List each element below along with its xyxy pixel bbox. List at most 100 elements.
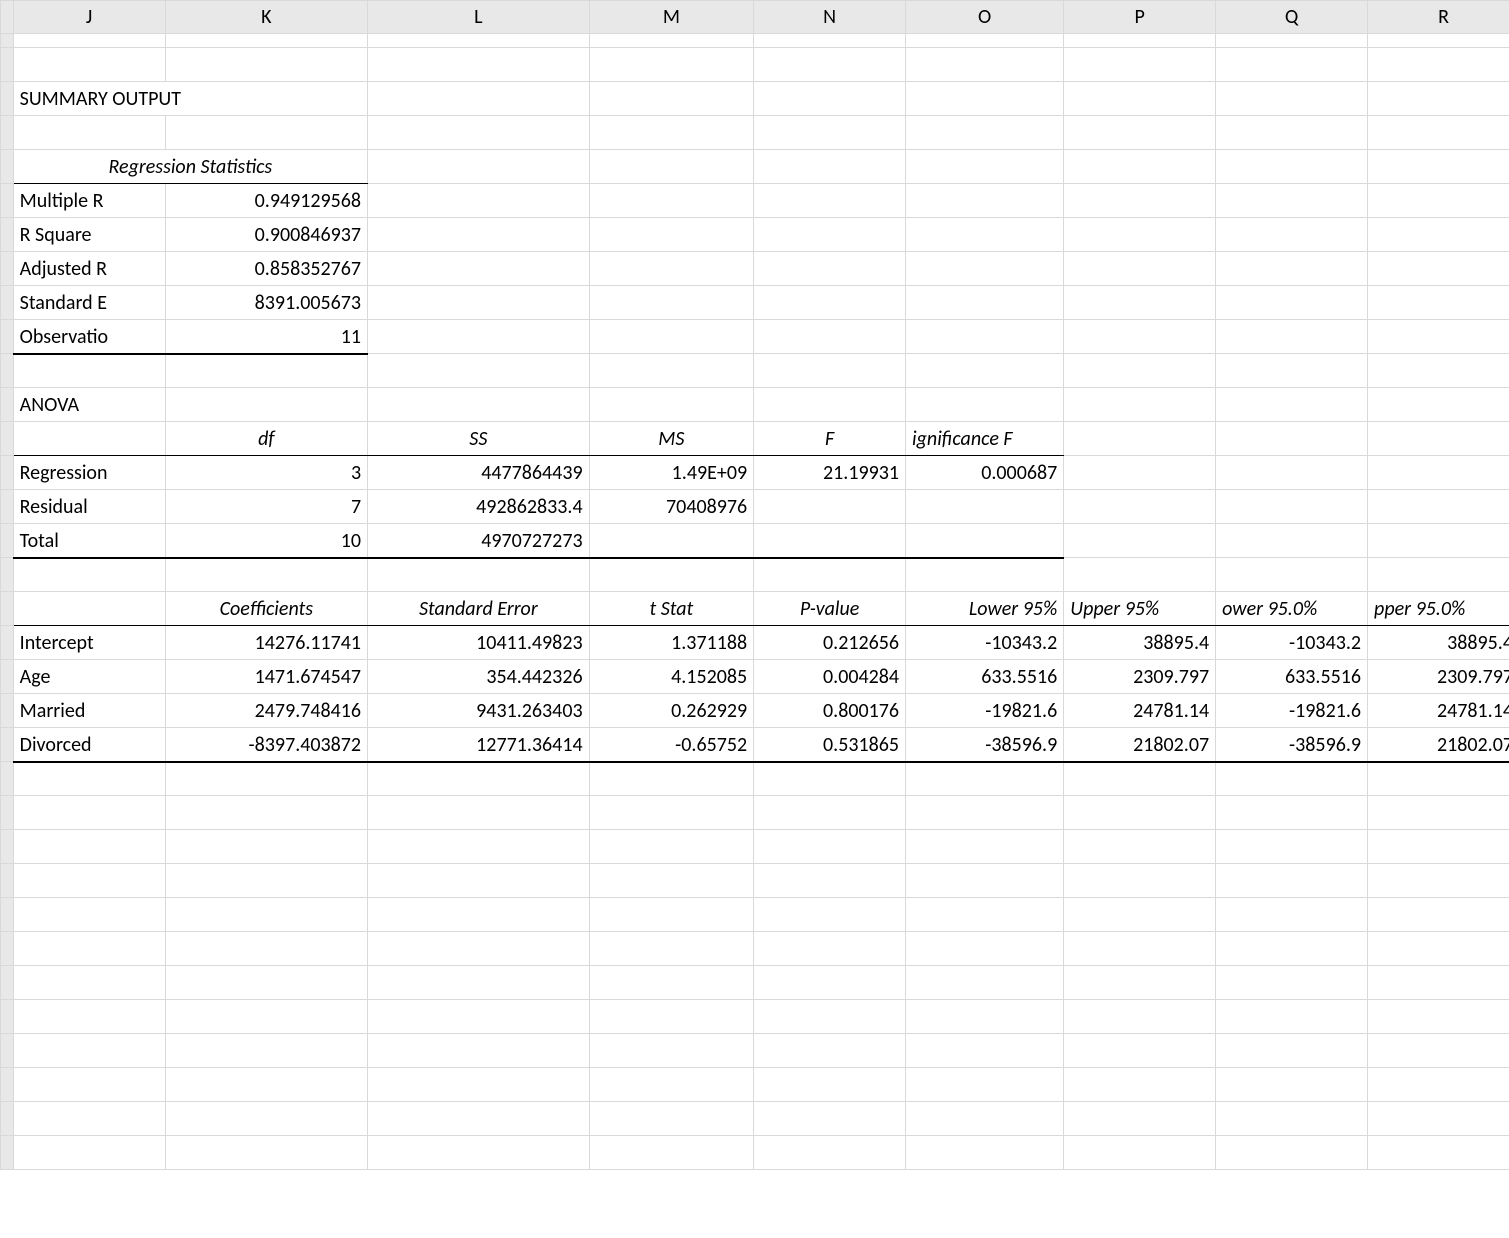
cell[interactable]: 1471.674547 [165, 660, 368, 694]
coef-label[interactable]: Age [13, 660, 165, 694]
cell[interactable]: -10343.2 [1216, 626, 1368, 660]
reg-stat-label[interactable]: Observatio [13, 320, 165, 354]
column-header-row[interactable]: J K L M N O P Q R [1, 1, 1509, 34]
anova-header-df[interactable]: df [165, 422, 368, 456]
cell[interactable]: 38895.4 [1368, 626, 1509, 660]
reg-stat-label[interactable]: Standard E [13, 286, 165, 320]
reg-stat-value[interactable]: 8391.005673 [165, 286, 368, 320]
col-header-R[interactable]: R [1368, 1, 1509, 34]
cell[interactable]: 10411.49823 [368, 626, 590, 660]
col-header-K[interactable]: K [165, 1, 368, 34]
col-header-N[interactable]: N [754, 1, 906, 34]
table-row [1, 1034, 1509, 1068]
reg-stat-value[interactable]: 0.900846937 [165, 218, 368, 252]
cell[interactable]: -38596.9 [1216, 728, 1368, 762]
coef-header[interactable]: pper 95.0% [1368, 592, 1509, 626]
coef-header[interactable]: Lower 95% [906, 592, 1064, 626]
anova-header-sigf[interactable]: ignificance F [906, 422, 1064, 456]
cell[interactable]: 2479.748416 [165, 694, 368, 728]
cell[interactable]: 633.5516 [1216, 660, 1368, 694]
cell[interactable]: 492862833.4 [368, 490, 590, 524]
coef-label[interactable]: Married [13, 694, 165, 728]
table-row [1, 796, 1509, 830]
cell[interactable]: -19821.6 [1216, 694, 1368, 728]
corner-cell[interactable] [1, 1, 14, 34]
reg-stat-label[interactable]: Multiple R [13, 184, 165, 218]
cell[interactable]: -38596.9 [906, 728, 1064, 762]
cell[interactable] [754, 524, 906, 558]
cell[interactable]: 14276.11741 [165, 626, 368, 660]
cell[interactable]: 2309.797 [1064, 660, 1216, 694]
cell[interactable] [754, 490, 906, 524]
cell[interactable]: 4477864439 [368, 456, 590, 490]
cell[interactable]: 21.19931 [754, 456, 906, 490]
col-header-L[interactable]: L [368, 1, 590, 34]
cell[interactable]: 0.262929 [589, 694, 754, 728]
table-row [1, 354, 1509, 388]
cell[interactable]: 21802.07 [1064, 728, 1216, 762]
cell[interactable]: 2309.797 [1368, 660, 1509, 694]
cell[interactable]: 1.371188 [589, 626, 754, 660]
col-header-J[interactable]: J [13, 1, 165, 34]
anova-header-ms[interactable]: MS [589, 422, 754, 456]
cell[interactable]: 3 [165, 456, 368, 490]
cell[interactable]: 1.49E+09 [589, 456, 754, 490]
cell[interactable]: 9431.263403 [368, 694, 590, 728]
col-header-Q[interactable]: Q [1216, 1, 1368, 34]
col-header-O[interactable]: O [906, 1, 1064, 34]
coef-header[interactable]: Upper 95% [1064, 592, 1216, 626]
summary-output-title[interactable]: SUMMARY OUTPUT [13, 82, 367, 116]
anova-label[interactable]: Residual [13, 490, 165, 524]
cell[interactable]: 4970727273 [368, 524, 590, 558]
spreadsheet-grid[interactable]: J K L M N O P Q R SUMMARY OUTPUT Regress… [0, 0, 1509, 1170]
coef-header[interactable]: P-value [754, 592, 906, 626]
cell[interactable]: 7 [165, 490, 368, 524]
table-row [1, 1136, 1509, 1170]
table-row [1, 932, 1509, 966]
cell[interactable] [906, 490, 1064, 524]
cell[interactable]: 354.442326 [368, 660, 590, 694]
reg-stat-label[interactable]: R Square [13, 218, 165, 252]
reg-stat-value[interactable]: 11 [165, 320, 368, 354]
cell[interactable]: -0.65752 [589, 728, 754, 762]
cell[interactable]: 0.000687 [906, 456, 1064, 490]
cell[interactable]: 4.152085 [589, 660, 754, 694]
coef-label[interactable]: Intercept [13, 626, 165, 660]
reg-stat-value[interactable]: 0.949129568 [165, 184, 368, 218]
cell[interactable]: 38895.4 [1064, 626, 1216, 660]
coef-row: Age 1471.674547 354.442326 4.152085 0.00… [1, 660, 1509, 694]
coef-row: Married 2479.748416 9431.263403 0.262929… [1, 694, 1509, 728]
cell[interactable] [906, 524, 1064, 558]
cell[interactable]: 10 [165, 524, 368, 558]
summary-output-row: SUMMARY OUTPUT [1, 82, 1509, 116]
coef-header[interactable]: Coefficients [165, 592, 368, 626]
reg-stat-label[interactable]: Adjusted R [13, 252, 165, 286]
cell[interactable]: -8397.403872 [165, 728, 368, 762]
col-header-M[interactable]: M [589, 1, 754, 34]
anova-label[interactable]: Regression [13, 456, 165, 490]
anova-title[interactable]: ANOVA [13, 388, 165, 422]
col-header-P[interactable]: P [1064, 1, 1216, 34]
cell[interactable]: 70408976 [589, 490, 754, 524]
cell[interactable]: -19821.6 [906, 694, 1064, 728]
cell[interactable]: 0.531865 [754, 728, 906, 762]
cell[interactable]: -10343.2 [906, 626, 1064, 660]
coef-header[interactable]: ower 95.0% [1216, 592, 1368, 626]
cell[interactable]: 0.212656 [754, 626, 906, 660]
reg-stat-value[interactable]: 0.858352767 [165, 252, 368, 286]
anova-label[interactable]: Total [13, 524, 165, 558]
cell[interactable]: 21802.07 [1368, 728, 1509, 762]
coef-header[interactable]: Standard Error [368, 592, 590, 626]
reg-stats-header[interactable]: Regression Statistics [13, 150, 367, 184]
coef-header[interactable]: t Stat [589, 592, 754, 626]
cell[interactable]: 24781.14 [1368, 694, 1509, 728]
cell[interactable]: 0.004284 [754, 660, 906, 694]
cell[interactable]: 0.800176 [754, 694, 906, 728]
cell[interactable]: 12771.36414 [368, 728, 590, 762]
anova-header-ss[interactable]: SS [368, 422, 590, 456]
cell[interactable]: 24781.14 [1064, 694, 1216, 728]
coef-label[interactable]: Divorced [13, 728, 165, 762]
cell[interactable] [589, 524, 754, 558]
anova-header-f[interactable]: F [754, 422, 906, 456]
cell[interactable]: 633.5516 [906, 660, 1064, 694]
